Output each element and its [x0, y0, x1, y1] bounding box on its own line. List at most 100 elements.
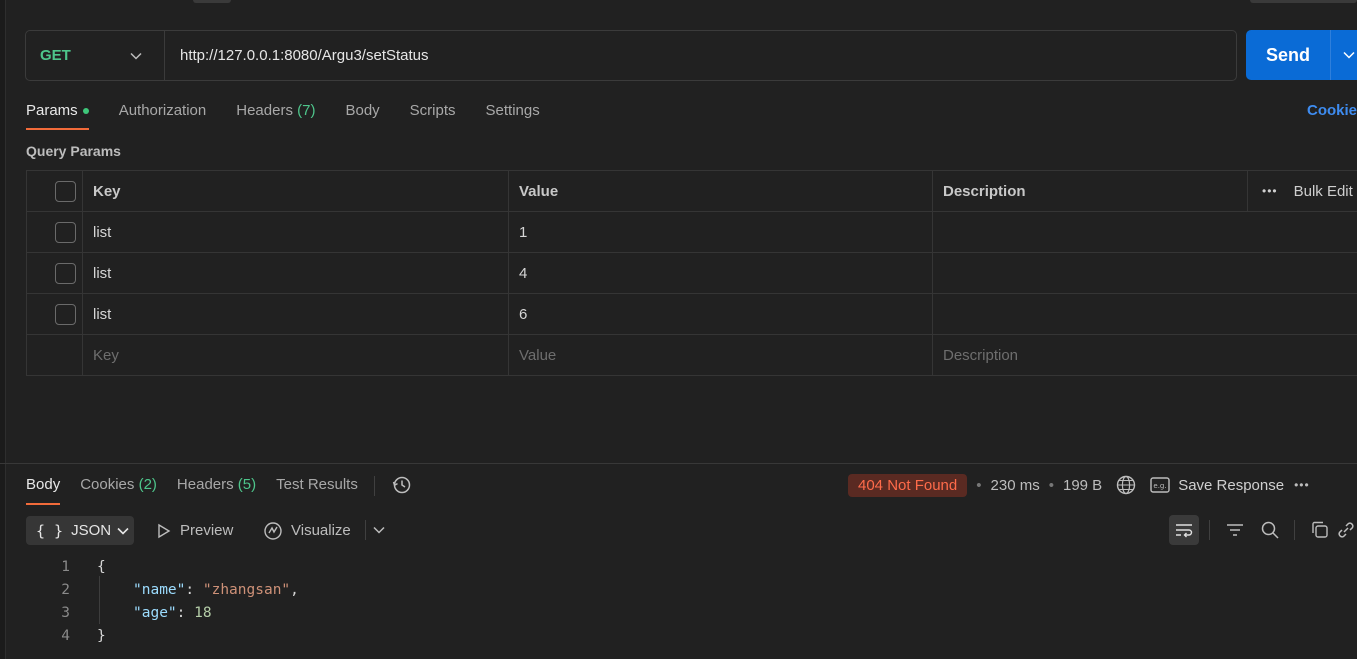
format-select[interactable]: { } JSON	[26, 516, 134, 545]
response-tabs: Body Cookies (2) Headers (5) Test Result…	[26, 474, 413, 506]
format-label: JSON	[71, 522, 112, 539]
tab-count: (7)	[297, 102, 316, 119]
new-key-input[interactable]: Key	[82, 334, 509, 376]
code-line: 4 }	[40, 624, 299, 647]
visualize-button[interactable]: Visualize	[263, 516, 351, 545]
chevron-down-icon	[130, 52, 142, 60]
bulk-edit-cell: ••• Bulk Edit	[1247, 170, 1357, 212]
param-key-cell[interactable]: list	[82, 252, 509, 294]
top-button-stub[interactable]	[1250, 0, 1357, 3]
column-header-value: Value	[508, 170, 933, 212]
link-icon	[1338, 522, 1354, 538]
json-number-value: 18	[194, 604, 212, 621]
tab-label: Test Results	[276, 476, 358, 493]
tab-response-cookies[interactable]: Cookies (2)	[80, 474, 157, 505]
meta-bullet: •	[1048, 476, 1054, 494]
tab-params[interactable]: Params	[26, 98, 89, 130]
tab-label: Headers	[176, 476, 234, 493]
line-number: 3	[61, 604, 70, 621]
tab-label: Scripts	[409, 102, 456, 119]
chevron-down-icon	[117, 527, 129, 535]
pane-resize-divider[interactable]	[0, 463, 1357, 464]
row-checkbox-cell	[26, 293, 83, 335]
toolbar-separator	[1294, 520, 1295, 540]
status-badge[interactable]: 404 Not Found	[848, 473, 968, 497]
search-button[interactable]	[1255, 515, 1285, 545]
tab-label: Params	[26, 102, 78, 119]
visualize-options-button[interactable]	[364, 515, 394, 545]
param-value-cell[interactable]: 6	[508, 293, 933, 335]
visualize-icon	[264, 521, 282, 540]
row-checkbox-cell-empty	[26, 334, 83, 376]
tab-separator	[373, 476, 375, 496]
url-input[interactable]: http://127.0.0.1:8080/Argu3/setStatus	[165, 47, 429, 64]
more-options-icon[interactable]: •••	[1262, 184, 1278, 198]
json-colon: :	[185, 581, 203, 598]
query-params-table: Key Value Description ••• Bulk Edit list…	[26, 170, 1357, 376]
response-time[interactable]: 230 ms	[991, 477, 1040, 494]
response-size[interactable]: 199 B	[1063, 477, 1102, 494]
table-row-new: Key Value Description	[26, 334, 1357, 376]
param-key-cell[interactable]: list	[82, 293, 509, 335]
new-value-input[interactable]: Value	[508, 334, 933, 376]
tab-headers[interactable]: Headers (7)	[236, 98, 315, 130]
param-value-cell[interactable]: 1	[508, 211, 933, 253]
response-meta: 404 Not Found • 230 ms • 199 B e.g. Save…	[848, 472, 1310, 498]
json-colon: :	[176, 604, 195, 621]
top-tab-stub[interactable]	[193, 0, 231, 3]
param-description-cell[interactable]	[932, 252, 1357, 294]
tab-count: (2)	[138, 476, 157, 493]
bulk-edit-button[interactable]: ••• Bulk Edit	[1262, 183, 1357, 200]
preview-button[interactable]: Preview	[156, 516, 233, 545]
response-body-code[interactable]: 1 { 2 "name": "zhangsan", 3 "age": 18 4 …	[40, 555, 299, 647]
tab-response-body[interactable]: Body	[26, 474, 61, 505]
send-button[interactable]: Send	[1246, 30, 1357, 80]
param-key-cell[interactable]: list	[82, 211, 509, 253]
row-checkbox[interactable]	[55, 303, 76, 325]
table-row: list 6	[26, 293, 1357, 335]
link-button[interactable]	[1336, 515, 1357, 545]
save-response-button[interactable]: e.g. Save Response	[1150, 476, 1284, 494]
cookies-link[interactable]: Cookie	[1307, 102, 1357, 119]
select-all-checkbox[interactable]	[55, 180, 76, 202]
send-label: Send	[1265, 44, 1310, 65]
param-description-cell[interactable]	[932, 211, 1357, 253]
json-brace: {	[97, 558, 106, 575]
save-response-icon: e.g.	[1150, 477, 1170, 493]
tab-scripts[interactable]: Scripts	[410, 98, 456, 130]
tab-test-results[interactable]: Test Results	[276, 474, 358, 505]
globe-icon[interactable]	[1116, 475, 1136, 495]
tab-body[interactable]: Body	[345, 98, 379, 130]
tab-settings[interactable]: Settings	[486, 98, 540, 130]
filter-button[interactable]	[1220, 515, 1250, 545]
history-icon[interactable]	[391, 474, 413, 500]
play-icon	[158, 523, 171, 538]
svg-text:e.g.: e.g.	[1154, 482, 1167, 490]
table-row: list 1	[26, 211, 1357, 253]
tab-response-headers[interactable]: Headers (5)	[177, 474, 256, 505]
send-options-button[interactable]	[1331, 51, 1357, 59]
save-response-label: Save Response	[1178, 476, 1285, 494]
word-wrap-button[interactable]	[1169, 515, 1199, 545]
tab-label: Settings	[485, 102, 540, 119]
select-all-cell	[26, 170, 83, 212]
row-checkbox-cell	[26, 252, 83, 294]
json-key: "name"	[133, 581, 186, 598]
copy-button[interactable]	[1305, 515, 1335, 545]
param-description-cell[interactable]	[932, 293, 1357, 335]
filter-icon	[1227, 524, 1243, 536]
url-bar: GET http://127.0.0.1:8080/Argu3/setStatu…	[25, 30, 1237, 81]
more-options-icon[interactable]: •••	[1294, 478, 1310, 492]
toolbar-separator	[1209, 520, 1210, 540]
method-select[interactable]: GET	[26, 31, 165, 80]
tab-label: Body	[345, 102, 380, 119]
meta-bullet: •	[976, 476, 982, 494]
new-description-input[interactable]: Description	[932, 334, 1357, 376]
row-checkbox[interactable]	[55, 221, 76, 243]
row-checkbox[interactable]	[55, 262, 76, 284]
json-key: "age"	[133, 604, 177, 621]
column-header-description: Description	[932, 170, 1248, 212]
bulk-edit-label: Bulk Edit	[1293, 182, 1353, 200]
tab-authorization[interactable]: Authorization	[119, 98, 207, 130]
param-value-cell[interactable]: 4	[508, 252, 933, 294]
